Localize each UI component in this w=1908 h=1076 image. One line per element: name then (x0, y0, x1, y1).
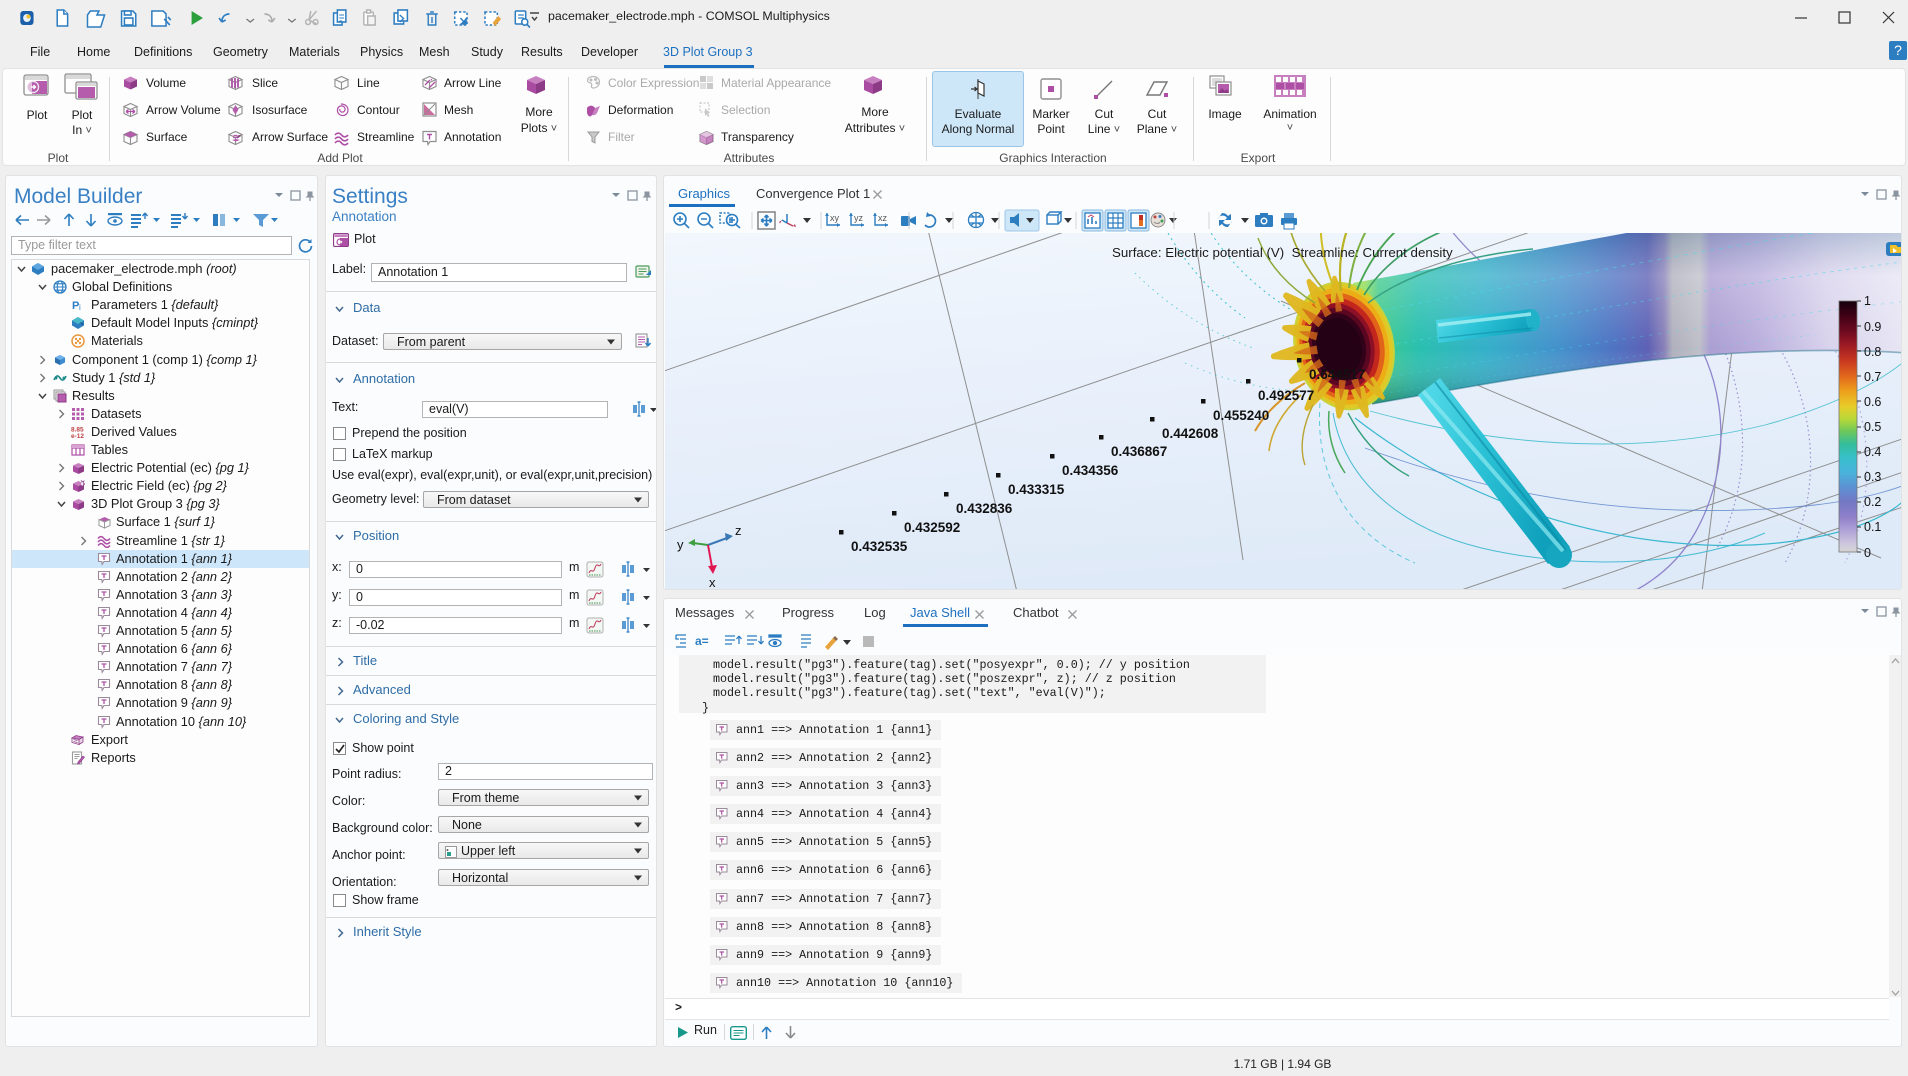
svg-text:0.4: 0.4 (1864, 445, 1881, 459)
svg-text:0.8: 0.8 (1864, 345, 1881, 359)
svg-text:a=: a= (695, 634, 709, 648)
svg-text:z: z (735, 523, 742, 538)
svg-text:x: x (709, 575, 716, 590)
svg-text:0.432535: 0.432535 (851, 539, 908, 554)
svg-text:0.3: 0.3 (1864, 470, 1881, 484)
svg-text:xz: xz (878, 213, 888, 223)
svg-text:0.5: 0.5 (1864, 420, 1881, 434)
svg-text:0.436867: 0.436867 (1111, 444, 1167, 459)
svg-text:0.2: 0.2 (1864, 495, 1881, 509)
svg-text:0.433315: 0.433315 (1008, 482, 1065, 497)
svg-text:0.7: 0.7 (1864, 370, 1881, 384)
svg-text:0.434356: 0.434356 (1062, 463, 1119, 478)
svg-text:e-12: e-12 (71, 433, 84, 439)
svg-text:0.1: 0.1 (1864, 520, 1881, 534)
svg-text:i: i (79, 303, 81, 312)
svg-text:1: 1 (1864, 294, 1871, 308)
svg-text:yz: yz (854, 213, 864, 223)
svg-text:xy: xy (830, 213, 840, 223)
svg-text:0.6: 0.6 (1864, 395, 1881, 409)
svg-text:0.9: 0.9 (1864, 320, 1881, 334)
svg-text:0.492577: 0.492577 (1258, 388, 1314, 403)
svg-text:0.644517: 0.644517 (1309, 367, 1365, 382)
svg-text:Surface: Electric potential (V: Surface: Electric potential (V) Streamli… (1112, 245, 1453, 260)
svg-text:0.432836: 0.432836 (956, 501, 1013, 516)
svg-text:0.432592: 0.432592 (904, 520, 960, 535)
svg-text:0: 0 (1864, 546, 1871, 560)
svg-text:0.442608: 0.442608 (1162, 426, 1219, 441)
svg-text:0.455240: 0.455240 (1213, 408, 1269, 423)
svg-text:y: y (677, 537, 684, 552)
